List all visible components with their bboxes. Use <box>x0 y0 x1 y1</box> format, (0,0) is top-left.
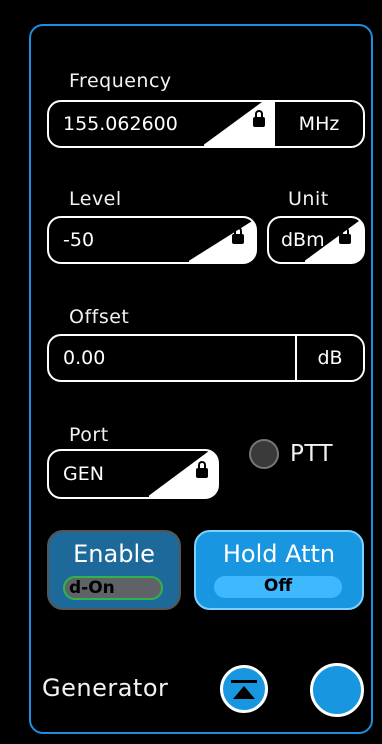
lock-icon <box>196 461 208 478</box>
frequency-field[interactable]: 155.062600 MHz <box>47 100 365 148</box>
hold-attn-button-title: Hold Attn <box>222 540 336 568</box>
frequency-unit: MHz <box>273 102 363 146</box>
lock-icon <box>339 227 351 244</box>
lock-icon <box>253 110 265 127</box>
hold-attn-state: Off <box>214 576 342 598</box>
generator-title: Generator <box>42 674 169 702</box>
port-field[interactable]: GEN <box>47 449 219 499</box>
frequency-label: Frequency <box>69 70 172 92</box>
port-value: GEN <box>63 463 104 485</box>
circle-button[interactable] <box>310 663 364 717</box>
hold-attn-button[interactable]: Hold Attn Off <box>194 530 364 610</box>
frequency-value: 155.062600 <box>63 113 178 135</box>
offset-field[interactable]: 0.00 dB <box>47 334 365 382</box>
port-label: Port <box>69 424 109 446</box>
enable-button-title: Enable <box>73 540 155 568</box>
enable-state: d-On <box>63 576 163 600</box>
level-value: -50 <box>63 229 95 251</box>
offset-value: 0.00 <box>63 347 106 369</box>
unit-field[interactable]: dBm <box>267 216 365 264</box>
collapse-up-icon[interactable] <box>220 665 268 713</box>
unit-value: dBm <box>281 229 325 251</box>
lock-icon <box>232 227 244 244</box>
ptt-label: PTT <box>290 441 334 467</box>
level-field[interactable]: -50 <box>47 216 257 264</box>
unit-label: Unit <box>288 188 329 210</box>
offset-label: Offset <box>69 306 130 328</box>
offset-unit: dB <box>295 336 363 380</box>
enable-button[interactable]: Enable d-On <box>47 530 181 610</box>
ptt-indicator[interactable] <box>249 439 279 469</box>
level-label: Level <box>69 188 122 210</box>
